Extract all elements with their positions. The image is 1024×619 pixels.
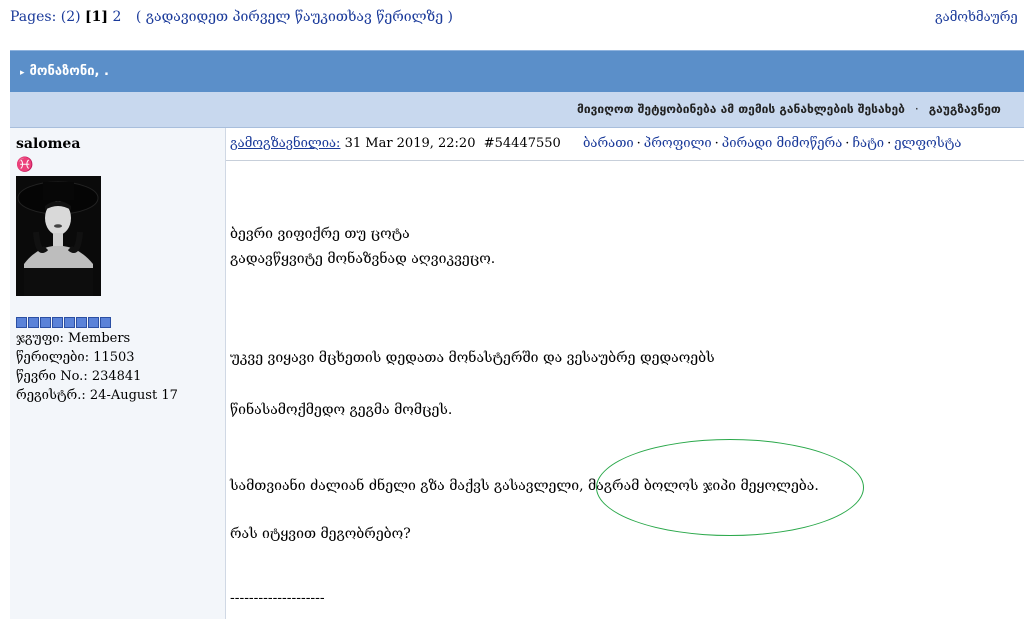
rank-pip bbox=[100, 317, 111, 328]
jump-unread-link[interactable]: ( გადავიდეთ პირველ წაუკითხავ წერილზე ) bbox=[136, 9, 453, 25]
user-info-panel: salomea ♓ ჯგუფი: Members წერილები: 11503… bbox=[10, 128, 226, 619]
post-line: ბევრი ვიფიქრე თუ ცოტა bbox=[230, 226, 410, 242]
subscribe-topic-link[interactable]: მივიღოთ შეტყობინება ამ თემის განახლების … bbox=[577, 102, 905, 116]
pisces-icon: ♓ bbox=[16, 157, 34, 173]
post-meta: გამოგზავნილია: 31 Mar 2019, 22:20 #54447… bbox=[230, 136, 561, 151]
avatar[interactable] bbox=[16, 176, 101, 296]
post-sent-link[interactable]: გამოგზავნილია: bbox=[230, 136, 340, 151]
post-line: რას იტყვით მეგობრებო? bbox=[230, 526, 411, 542]
rank-pip bbox=[64, 317, 75, 328]
email-link[interactable]: ელფოსტა bbox=[894, 136, 961, 151]
top-bar: Pages: (2) [1] 2 ( გადავიდეთ პირველ წაუკ… bbox=[0, 0, 1024, 40]
card-link[interactable]: ბარათი bbox=[583, 136, 634, 151]
user-post-count: წერილები: 11503 bbox=[16, 350, 135, 365]
post-line: წინასამოქმედო გეგმა მომცეს. bbox=[230, 402, 453, 418]
user-stats: ჯგუფი: Members წერილები: 11503 წევრი No.… bbox=[16, 329, 178, 405]
post-line: უკვე ვიყავი მცხეთის დედათა მონასტერში და… bbox=[230, 350, 715, 366]
page-2-link[interactable]: 2 bbox=[112, 9, 121, 25]
topic-title: ▸ მონაზონი, . bbox=[20, 64, 109, 79]
current-page: [1] bbox=[85, 9, 109, 25]
rank-pip bbox=[76, 317, 87, 328]
post-user-links: ბარათი · პროფილი · პირადი მიმოწერა · ჩატი · ელფო… bbox=[583, 136, 962, 151]
rank-pips bbox=[16, 317, 111, 328]
pagination: Pages: (2) [1] 2 ( გადავიდეთ პირველ წაუკ… bbox=[10, 9, 453, 25]
rank-pip bbox=[16, 317, 27, 328]
rank-pip bbox=[40, 317, 51, 328]
user-member-number: წევრი No.: 234841 bbox=[16, 369, 142, 384]
private-message-link[interactable]: პირადი მიმოწერა bbox=[722, 136, 843, 151]
separator: · bbox=[914, 102, 919, 116]
chat-link[interactable]: ჩატი bbox=[852, 136, 884, 151]
triangle-right-icon: ▸ bbox=[20, 68, 25, 78]
post-header: გამოგზავნილია: 31 Mar 2019, 22:20 #54447… bbox=[226, 128, 1024, 161]
user-group: ჯგუფი: Members bbox=[16, 331, 131, 346]
post-date: 31 Mar 2019, 22:20 bbox=[344, 136, 476, 151]
highlight-ellipse-annotation bbox=[596, 439, 864, 536]
topic-title-bar: ▸ მონაზონი, . bbox=[10, 50, 1024, 93]
rank-pip bbox=[88, 317, 99, 328]
rank-pip bbox=[28, 317, 39, 328]
post-id: #54447550 bbox=[483, 136, 561, 151]
rank-pip bbox=[52, 317, 63, 328]
reply-link[interactable]: გამოხმაურე bbox=[935, 10, 1018, 25]
pages-label: Pages: (2) bbox=[10, 9, 81, 25]
post-body: ბევრი ვიფიქრე თუ ცოტა გადავწყვიტე მონაზვ… bbox=[226, 160, 1024, 619]
profile-link[interactable]: პროფილი bbox=[644, 136, 712, 151]
post-line: გადავწყვიტე მონაზვნად აღვიკვეცო. bbox=[230, 251, 496, 267]
username[interactable]: salomea bbox=[16, 136, 80, 152]
avatar-image bbox=[16, 176, 101, 296]
topic-options-bar: მივიღოთ შეტყობინება ამ თემის განახლების … bbox=[10, 92, 1024, 128]
user-registered-date: რეგისტრ.: 24-August 17 bbox=[16, 388, 178, 403]
forward-topic-link[interactable]: გაუგზავნეთ bbox=[929, 102, 1001, 116]
signature-separator: -------------------- bbox=[230, 590, 325, 606]
